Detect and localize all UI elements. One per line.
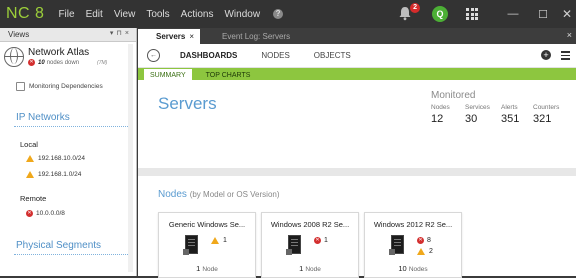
menu-tools[interactable]: Tools bbox=[146, 9, 169, 20]
card-node-count: 10 Nodes bbox=[398, 264, 428, 273]
network-item[interactable]: 192.168.1.0/24 bbox=[26, 171, 81, 178]
nodes-section: Nodes (by Model or OS Version) Generic W… bbox=[138, 176, 576, 278]
nodes-title: Nodes (by Model or OS Version) bbox=[158, 189, 280, 200]
server-icon bbox=[183, 235, 198, 255]
menu-window[interactable]: Window bbox=[224, 9, 260, 20]
menu-file[interactable]: File bbox=[58, 9, 74, 20]
app-logo: NC 8 bbox=[6, 5, 45, 22]
stat-counters[interactable]: Counters 321 bbox=[533, 104, 559, 125]
ip-networks-heading[interactable]: IP Networks bbox=[16, 112, 70, 123]
views-pin-close-controls[interactable]: ▾⊓× bbox=[110, 29, 132, 37]
physical-segments-heading[interactable]: Physical Segments bbox=[16, 240, 101, 251]
views-pane: Views ▾⊓× Network Atlas ✕ 10 nodes down … bbox=[0, 28, 137, 276]
node-group-card[interactable]: Windows 2008 R2 Se... ✕ 1 1 Node bbox=[261, 212, 359, 278]
maximize-button[interactable]: ☐ bbox=[528, 0, 558, 28]
monitored-label: Monitored bbox=[431, 90, 476, 101]
error-icon: ✕ bbox=[314, 237, 321, 244]
menu-bar: File Edit View Tools Actions Window ? bbox=[58, 8, 294, 20]
menu-view[interactable]: View bbox=[114, 9, 136, 20]
tab-event-log-servers[interactable]: Event Log: Servers bbox=[200, 29, 300, 44]
card-title: Windows 2012 R2 Se... bbox=[373, 220, 453, 229]
node-group-card[interactable]: Windows 2012 R2 Se... ✕ 8 2 10 Nodes bbox=[364, 212, 462, 278]
globe-icon bbox=[4, 47, 24, 67]
apps-grid-icon[interactable] bbox=[466, 8, 478, 20]
back-arrow-icon[interactable]: ← bbox=[147, 49, 160, 62]
tab-close-icon[interactable]: × bbox=[189, 32, 194, 41]
node-group-card[interactable]: Generic Windows Se... 1 1 Node bbox=[158, 212, 256, 278]
minimize-button[interactable]: — bbox=[498, 0, 528, 28]
card-title: Windows 2008 R2 Se... bbox=[270, 220, 350, 229]
card-title: Generic Windows Se... bbox=[168, 220, 246, 229]
warning-icon bbox=[26, 171, 34, 178]
menu-edit[interactable]: Edit bbox=[86, 9, 103, 20]
warning-icon bbox=[417, 248, 425, 255]
network-atlas-item[interactable]: Network Atlas ✕ 10 nodes down (7M) bbox=[4, 47, 107, 67]
local-group-label: Local bbox=[20, 140, 38, 149]
close-window-button[interactable]: ✕ bbox=[558, 0, 576, 28]
section-divider bbox=[138, 168, 576, 176]
card-node-count: 1 Node bbox=[196, 264, 218, 273]
network-atlas-title: Network Atlas bbox=[28, 47, 90, 58]
stat-services[interactable]: Services 30 bbox=[465, 104, 490, 125]
views-title: Views bbox=[8, 30, 30, 39]
add-icon[interactable]: + bbox=[541, 50, 551, 61]
menu-actions[interactable]: Actions bbox=[181, 9, 214, 20]
notifications-bell-icon[interactable]: 2 bbox=[398, 3, 420, 22]
user-avatar[interactable]: Q bbox=[432, 6, 448, 22]
section-divider bbox=[14, 254, 128, 255]
error-icon: ✕ bbox=[417, 237, 424, 244]
help-icon[interactable]: ? bbox=[273, 8, 284, 19]
views-header: Views ▾⊓× bbox=[0, 28, 136, 42]
main-pane: Servers × Event Log: Servers × ← DASHBOA… bbox=[138, 28, 576, 278]
nav-nodes[interactable]: NODES bbox=[261, 51, 289, 60]
tab-servers[interactable]: Servers × bbox=[138, 29, 201, 44]
server-icon bbox=[286, 235, 301, 255]
warning-icon bbox=[26, 155, 34, 162]
dashboard-nav: ← DASHBOARDS NODES OBJECTS + bbox=[138, 44, 576, 68]
card-alerts: ✕ 1 bbox=[314, 237, 328, 244]
network-item[interactable]: 192.168.10.0/24 bbox=[26, 155, 85, 162]
document-tabs: Servers × Event Log: Servers × bbox=[138, 28, 576, 44]
close-icon[interactable]: × bbox=[567, 30, 572, 40]
section-divider bbox=[14, 126, 128, 127]
monitoring-dependencies-item[interactable]: Monitoring Dependencies bbox=[16, 82, 103, 91]
dependencies-icon bbox=[16, 82, 25, 91]
stat-nodes[interactable]: Nodes 12 bbox=[431, 104, 450, 125]
error-icon: ✕ bbox=[28, 59, 35, 66]
server-icon bbox=[389, 235, 404, 255]
card-alerts: ✕ 8 2 bbox=[417, 237, 433, 255]
error-icon: ✕ bbox=[26, 210, 33, 217]
nav-dashboards[interactable]: DASHBOARDS bbox=[180, 51, 237, 60]
card-node-count: 1 Node bbox=[299, 264, 321, 273]
notification-count-badge: 2 bbox=[410, 3, 420, 13]
card-alerts: 1 bbox=[211, 235, 227, 246]
title-bar: NC 8 File Edit View Tools Actions Window… bbox=[0, 0, 576, 28]
page-title: Servers bbox=[158, 94, 217, 113]
network-item[interactable]: ✕ 10.0.0.0/8 bbox=[26, 210, 65, 217]
views-scrollbar[interactable] bbox=[128, 44, 133, 272]
nav-objects[interactable]: OBJECTS bbox=[314, 51, 351, 60]
remote-group-label: Remote bbox=[20, 194, 47, 203]
stat-alerts[interactable]: Alerts 351 bbox=[501, 104, 519, 125]
hamburger-menu-icon[interactable] bbox=[561, 49, 570, 62]
summary-header: Servers Monitored Nodes 12 Services 30 A… bbox=[138, 80, 576, 168]
network-atlas-status: ✕ 10 nodes down (7M) bbox=[28, 59, 108, 66]
warning-icon bbox=[211, 237, 219, 244]
